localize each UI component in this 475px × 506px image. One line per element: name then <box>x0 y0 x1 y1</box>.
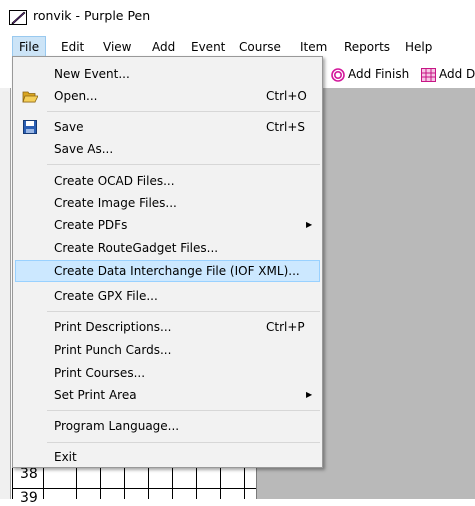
menu-save-as-label: Save As... <box>54 142 114 156</box>
file-menu-dropdown: New Event... Open... Ctrl+O Save Ctrl+S … <box>12 56 323 468</box>
menu-save-shortcut: Ctrl+S <box>266 120 306 134</box>
menu-create-image-label: Create Image Files... <box>54 196 177 210</box>
menu-event[interactable]: Event <box>185 36 231 58</box>
add-description-label: Add D <box>439 67 475 81</box>
menu-open[interactable]: Open... Ctrl+O <box>15 85 320 107</box>
left-panel-strip <box>0 88 11 499</box>
menu-new-event-label: New Event... <box>54 67 130 81</box>
menu-set-print-area[interactable]: Set Print Area ▶ <box>15 384 320 406</box>
menu-separator <box>47 442 320 443</box>
menu-print-courses-label: Print Courses... <box>54 366 146 380</box>
menu-item[interactable]: Item <box>294 36 333 58</box>
menu-print-descriptions-label: Print Descriptions... <box>54 320 172 334</box>
submenu-arrow-icon: ▶ <box>306 220 313 229</box>
add-description-button[interactable]: Add D <box>421 65 475 83</box>
menu-program-language[interactable]: Program Language... <box>15 415 320 437</box>
menu-print-descriptions-shortcut: Ctrl+P <box>266 320 305 334</box>
grid-row-number: 38 <box>20 466 38 482</box>
purple-pen-app-icon <box>9 10 27 25</box>
menu-add[interactable]: Add <box>146 36 181 58</box>
menu-create-data-interchange-label: Create Data Interchange File (IOF XML)..… <box>54 264 300 278</box>
menu-create-gpx-label: Create GPX File... <box>54 289 158 303</box>
submenu-arrow-icon: ▶ <box>306 390 313 399</box>
menu-print-descriptions[interactable]: Print Descriptions... Ctrl+P <box>15 316 320 338</box>
finish-icon <box>331 67 345 82</box>
menu-create-routegadget-label: Create RouteGadget Files... <box>54 241 219 255</box>
menu-create-pdfs[interactable]: Create PDFs ▶ <box>15 214 320 236</box>
menu-save-as[interactable]: Save As... <box>15 138 320 160</box>
menu-separator <box>47 410 320 411</box>
menu-save-label: Save <box>54 120 84 134</box>
menu-program-language-label: Program Language... <box>54 419 180 433</box>
menu-create-pdfs-label: Create PDFs <box>54 218 128 232</box>
save-disk-icon <box>23 120 37 134</box>
menu-new-event[interactable]: New Event... <box>15 63 320 85</box>
menu-create-gpx[interactable]: Create GPX File... <box>15 285 320 307</box>
menu-save[interactable]: Save Ctrl+S <box>15 116 320 138</box>
menu-bar: File Edit View Add Event Course Item Rep… <box>0 36 475 58</box>
menu-open-label: Open... <box>54 89 98 103</box>
menu-print-punch-cards-label: Print Punch Cards... <box>54 343 172 357</box>
menu-create-ocad-label: Create OCAD Files... <box>54 174 175 188</box>
menu-create-ocad[interactable]: Create OCAD Files... <box>15 170 320 192</box>
grid-row-line <box>12 488 256 489</box>
title-bar: ronvik - Purple Pen <box>0 0 475 32</box>
menu-exit[interactable]: Exit <box>15 446 320 468</box>
add-finish-button[interactable]: Add Finish <box>331 65 409 83</box>
menu-reports[interactable]: Reports <box>338 36 396 58</box>
menu-course[interactable]: Course <box>233 36 287 58</box>
menu-create-routegadget[interactable]: Create RouteGadget Files... <box>15 237 320 259</box>
menu-set-print-area-label: Set Print Area <box>54 388 137 402</box>
menu-separator <box>47 164 320 165</box>
menu-edit[interactable]: Edit <box>55 36 90 58</box>
menu-print-punch-cards[interactable]: Print Punch Cards... <box>15 339 320 361</box>
add-finish-label: Add Finish <box>348 67 410 81</box>
window-title: ronvik - Purple Pen <box>33 8 151 23</box>
description-grid-icon <box>421 67 436 82</box>
grid-row-number: 39 <box>20 490 38 506</box>
menu-help[interactable]: Help <box>399 36 438 58</box>
menu-file[interactable]: File <box>12 36 47 58</box>
menu-create-data-interchange[interactable]: Create Data Interchange File (IOF XML)..… <box>15 260 320 282</box>
menu-print-courses[interactable]: Print Courses... <box>15 362 320 384</box>
open-folder-icon <box>22 91 38 103</box>
menu-separator <box>47 111 320 112</box>
menu-view[interactable]: View <box>97 36 137 58</box>
menu-open-shortcut: Ctrl+O <box>266 89 307 103</box>
menu-exit-label: Exit <box>54 450 77 464</box>
menu-create-image[interactable]: Create Image Files... <box>15 192 320 214</box>
menu-separator <box>47 311 320 312</box>
